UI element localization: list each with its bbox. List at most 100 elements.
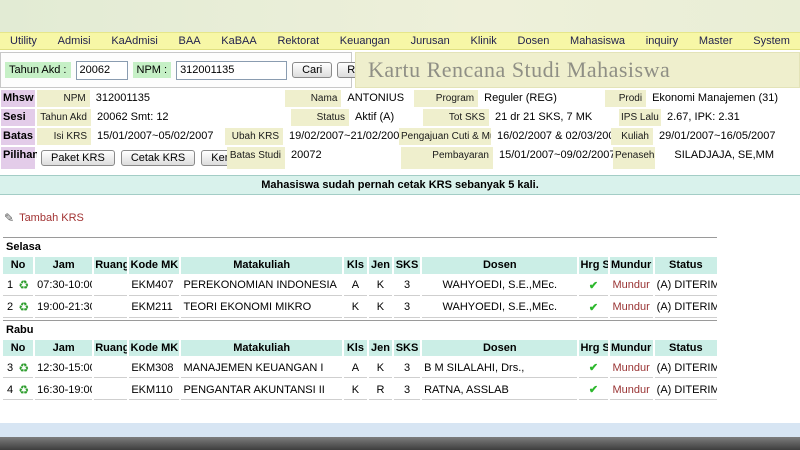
jen-cell: K (368, 275, 392, 296)
kuliah-value: 29/01/2007~16/05/2007 (655, 128, 780, 145)
jam-cell: 12:30-15:00 (35, 358, 93, 379)
hrg-std-check-icon: ✔ (579, 380, 608, 401)
jam-cell: 16:30-19:00 (35, 380, 93, 401)
row-header-sesi: Sesi (1, 109, 35, 126)
row-number: 4 (7, 383, 14, 396)
col-ruang: Ruang (94, 257, 128, 274)
col-kode-mk: Kode MK (129, 257, 180, 274)
menu-item-keuangan[interactable]: Keuangan (340, 35, 390, 47)
info-row-sesi: Sesi Tahun Akd 20062 Smt: 12 Status Akti… (1, 109, 780, 126)
recycle-bin-icon[interactable]: ♻ (18, 384, 29, 396)
mundur-link[interactable]: Mundur (609, 358, 653, 379)
dosen-cell: WAHYOEDI, S.E.,MEc. (422, 297, 578, 318)
schedule-row-2: 2 ♻ 19:00-21:30 EKM211 TEORI EKONOMI MIKR… (3, 297, 717, 318)
col-dosen: Dosen (422, 257, 578, 274)
recycle-bin-icon[interactable]: ♻ (18, 279, 29, 291)
status-cell: (A) DITERIMA (654, 358, 717, 379)
nama-value: ANTONIUS (343, 90, 412, 107)
row-number: 2 (7, 301, 14, 314)
prodi-value: Ekonomi Manajemen (31) (648, 90, 781, 107)
row-header-mhsw: Mhsw (1, 90, 35, 107)
row-number: 3 (7, 361, 14, 374)
col-sks: SKS (394, 257, 421, 274)
day-row-rabu: Rabu (3, 319, 717, 338)
sks-cell: 3 (394, 297, 421, 318)
menu-item-rektorat[interactable]: Rektorat (277, 35, 319, 47)
menu-item-kaadmisi[interactable]: KaAdmisi (111, 35, 157, 47)
cetak-krs-button[interactable]: Cetak KRS (120, 150, 196, 166)
tahun-akd-input[interactable] (75, 60, 128, 80)
hrg-std-check-icon: ✔ (579, 358, 608, 379)
matakuliah-cell: PEREKONOMIAN INDONESIA (181, 275, 342, 296)
main-menu: Utility Admisi KaAdmisi BAA KaBAA Rektor… (0, 32, 800, 50)
menu-item-utility[interactable]: Utility (10, 35, 37, 47)
menu-item-admisi[interactable]: Admisi (58, 35, 91, 47)
tambah-krs-link[interactable]: ✎ Tambah KRS (4, 211, 114, 225)
kls-cell: A (343, 358, 367, 379)
recycle-bin-icon[interactable]: ♻ (18, 362, 29, 374)
window-bottom-bar (0, 437, 800, 450)
kode-mk-cell: EKM407 (129, 275, 180, 296)
menu-item-dosen[interactable]: Dosen (518, 35, 550, 47)
mundur-link[interactable]: Mundur (609, 297, 653, 318)
menu-item-jurusan[interactable]: Jurusan (411, 35, 450, 47)
ruang-cell (94, 358, 128, 379)
jen-cell: K (368, 297, 392, 318)
info-row-batas: Batas Isi KRS 15/01/2007~05/02/2007 Ubah… (1, 128, 780, 145)
col-kls: Kls (343, 257, 367, 274)
ruang-cell (94, 275, 128, 296)
col-jam: Jam (35, 257, 93, 274)
schedule-row-4: 4 ♻ 16:30-19:00 EKM110 PENGANTAR AKUNTANS… (3, 380, 717, 401)
npm-field-label: NPM (37, 90, 90, 107)
menu-item-system[interactable]: System (753, 35, 790, 47)
kls-cell: K (343, 380, 367, 401)
prodi-label: Prodi (605, 90, 647, 107)
tambah-krs-label: Tambah KRS (19, 212, 84, 224)
matakuliah-cell: MANAJEMEN KEUANGAN I (181, 358, 342, 379)
menu-item-inquiry[interactable]: inquiry (646, 35, 678, 47)
col-jen: Jen (368, 339, 392, 357)
pencil-note-icon: ✎ (4, 211, 15, 225)
hrg-std-check-icon: ✔ (579, 275, 608, 296)
menu-item-master[interactable]: Master (699, 35, 733, 47)
info-row-mhsw: Mhsw NPM 312001135 Nama ANTONIUS Program… (1, 90, 781, 107)
schedule-row-1: 1 ♻ 07:30-10:00 EKM407 PEREKONOMIAN INDON… (3, 275, 717, 296)
sks-cell: 3 (394, 380, 421, 401)
col-no: No (3, 257, 34, 274)
isi-krs-label: Isi KRS (37, 128, 91, 145)
jam-cell: 07:30-10:00 (35, 275, 93, 296)
sks-cell: 3 (394, 275, 421, 296)
kode-mk-cell: EKM211 (129, 297, 180, 318)
menu-item-mahasiswa[interactable]: Mahasiswa (570, 35, 625, 47)
penasehat-value: SILADJAJA, SE,MM (657, 147, 780, 169)
search-bar: Tahun Akd : NPM : Cari Reset (0, 52, 386, 88)
day-label-rabu: Rabu (3, 319, 717, 338)
col-mundur: Mundur (609, 257, 653, 274)
kode-mk-cell: EKM308 (129, 358, 180, 379)
cari-button[interactable]: Cari (292, 62, 333, 78)
dosen-cell: B M SILALAHI, Drs., (422, 358, 578, 379)
npm-input[interactable] (176, 60, 288, 80)
tahun-akd-label: Tahun Akd : (5, 62, 71, 78)
tahun-akd-value: 20062 Smt: 12 (93, 109, 289, 126)
paket-krs-button[interactable]: Paket KRS (41, 150, 115, 166)
matakuliah-cell: TEORI EKONOMI MIKRO (181, 297, 342, 318)
schedule-row-3: 3 ♻ 12:30-15:00 EKM308 MANAJEMEN KEUANGAN… (3, 358, 717, 379)
ruang-cell (94, 380, 128, 401)
mundur-link[interactable]: Mundur (609, 275, 653, 296)
menu-item-kabaa[interactable]: KaBAA (221, 35, 256, 47)
pengajuan-cuti-mundur-label: Pengajuan Cuti & Mundur (399, 128, 491, 145)
row-number: 1 (7, 279, 14, 292)
col-kode-mk: Kode MK (129, 339, 180, 357)
pilihan-buttons: Paket KRS Cetak KRS Kembali (37, 147, 261, 169)
status-cell: (A) DITERIMA (654, 297, 717, 318)
cetak-krs-notice: Mahasiswa sudah pernah cetak KRS sebanya… (0, 175, 800, 195)
recycle-bin-icon[interactable]: ♻ (18, 301, 29, 313)
kuliah-label: Kuliah (611, 128, 653, 145)
ubah-krs-value: 19/02/2007~21/02/2007 (285, 128, 406, 145)
menu-item-baa[interactable]: BAA (179, 35, 201, 47)
menu-item-klinik[interactable]: Klinik (471, 35, 497, 47)
mundur-link[interactable]: Mundur (609, 380, 653, 401)
bottom-blue-strip (0, 423, 800, 437)
ips-lalu-value: 2.67, IPK: 2.31 (663, 109, 780, 126)
